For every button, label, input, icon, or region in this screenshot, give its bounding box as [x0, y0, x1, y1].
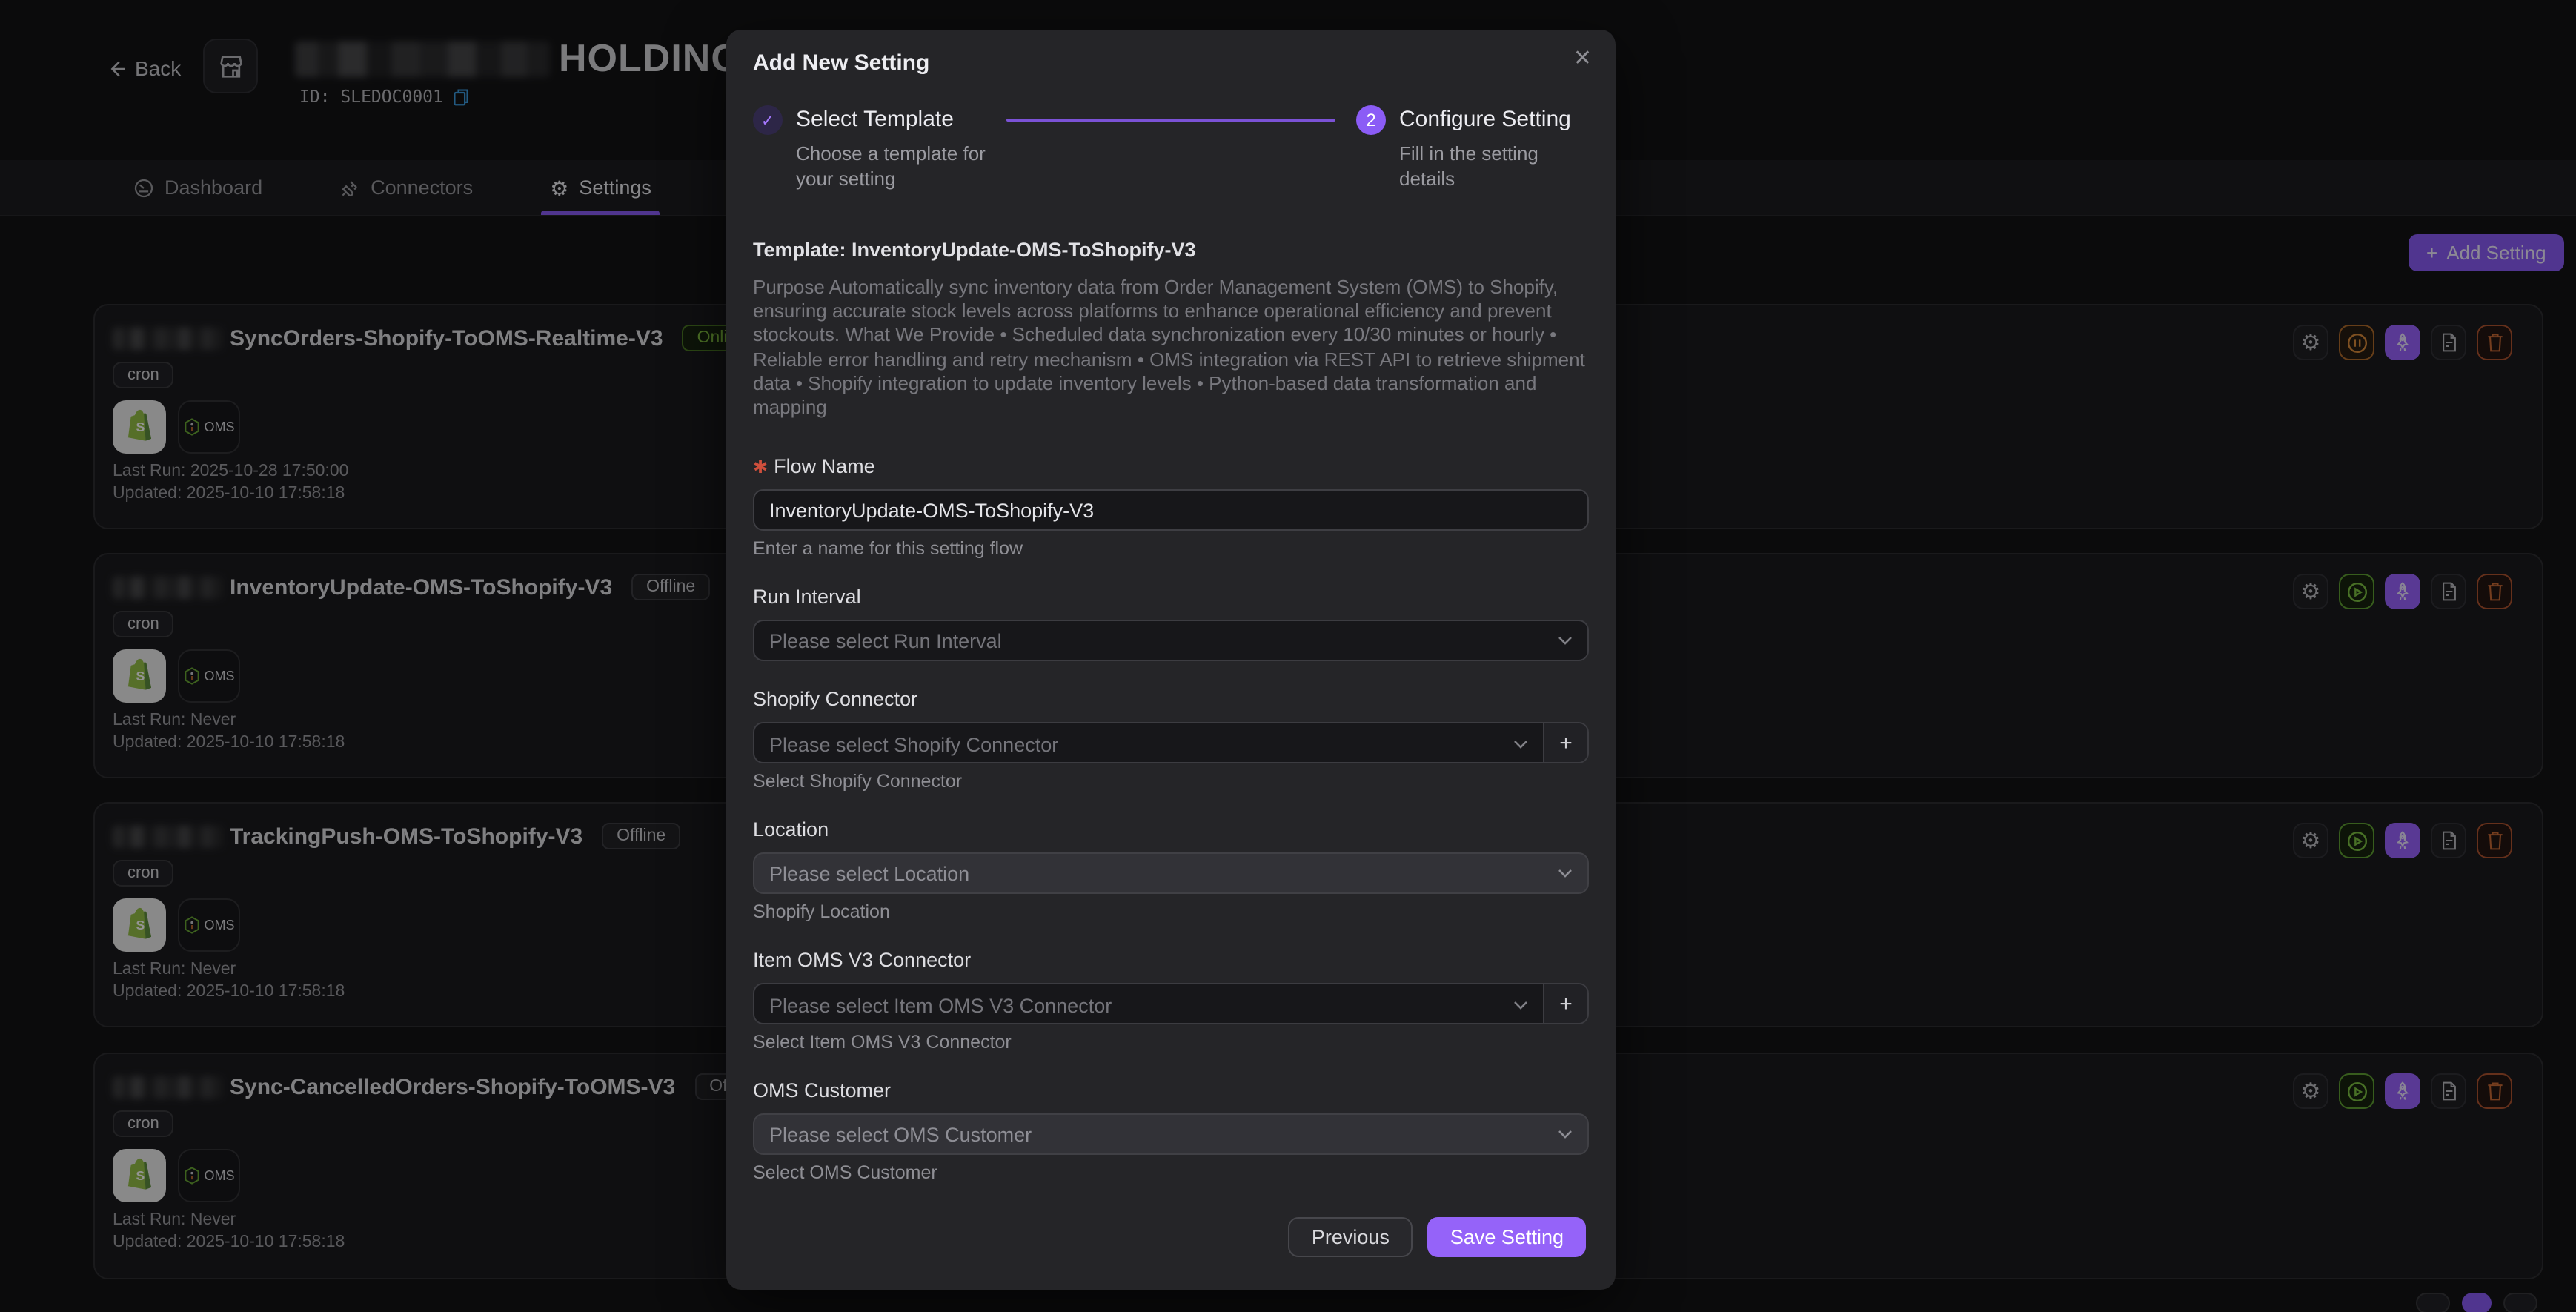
- step-configure-setting: 2 Configure Setting Fill in the setting …: [1356, 105, 1589, 191]
- field-run-interval: Run Interval Please select Run Interval: [753, 586, 1589, 661]
- chevron-down-icon: [1558, 1130, 1573, 1139]
- step-title: Configure Setting: [1399, 105, 1589, 135]
- step-select-template: ✓ Select Template Choose a template for …: [753, 105, 986, 191]
- oms-customer-select[interactable]: Please select OMS Customer: [753, 1113, 1589, 1155]
- field-label: Item OMS V3 Connector: [753, 949, 971, 971]
- field-label: OMS Customer: [753, 1079, 891, 1101]
- field-oms-customer: OMS Customer Please select OMS Customer …: [753, 1079, 1589, 1183]
- chevron-down-icon: [1558, 636, 1573, 645]
- item-oms-v3-connector-select[interactable]: Please select Item OMS V3 Connector: [754, 984, 1543, 1024]
- chevron-down-icon: [1558, 869, 1573, 878]
- close-icon[interactable]: ✕: [1573, 47, 1592, 70]
- select-placeholder: Please select OMS Customer: [769, 1123, 1558, 1145]
- chevron-down-icon: [1513, 740, 1528, 749]
- save-setting-button[interactable]: Save Setting: [1428, 1217, 1586, 1257]
- add-shopify-connector-button[interactable]: +: [1543, 723, 1587, 762]
- field-item-oms-v3-connector: Item OMS V3 Connector Please select Item…: [753, 949, 1589, 1053]
- template-description: Purpose Automatically sync inventory dat…: [753, 276, 1589, 420]
- plus-icon: +: [1559, 730, 1573, 755]
- select-placeholder: Please select Run Interval: [769, 629, 1558, 652]
- plus-icon: +: [1559, 991, 1573, 1016]
- flow-name-input[interactable]: [753, 489, 1589, 531]
- field-label: Shopify Connector: [753, 688, 917, 710]
- field-help: Select OMS Customer: [753, 1162, 1589, 1183]
- field-label: Run Interval: [753, 586, 861, 608]
- step-title: Select Template: [796, 105, 986, 135]
- template-title: Template: InventoryUpdate-OMS-ToShopify-…: [753, 239, 1589, 261]
- field-help: Shopify Location: [753, 901, 1589, 922]
- step-number: 2: [1356, 105, 1386, 135]
- add-new-setting-modal: Add New Setting ✕ ✓ Select Template Choo…: [726, 30, 1616, 1290]
- select-placeholder: Please select Shopify Connector: [769, 733, 1513, 755]
- add-item-oms-v3-connector-button[interactable]: +: [1543, 984, 1587, 1023]
- field-help: Enter a name for this setting flow: [753, 538, 1589, 559]
- chevron-down-icon: [1513, 1001, 1528, 1010]
- app-window: Back HOLDINGS ID: SLEDOC0001 Dashboard C…: [0, 0, 2576, 1312]
- select-placeholder: Please select Location: [769, 862, 1558, 884]
- field-shopify-connector: Shopify Connector Please select Shopify …: [753, 688, 1589, 792]
- run-interval-select[interactable]: Please select Run Interval: [753, 620, 1589, 661]
- field-help: Select Shopify Connector: [753, 771, 1589, 792]
- steps-indicator: ✓ Select Template Choose a template for …: [753, 105, 1589, 191]
- shopify-connector-select[interactable]: Please select Shopify Connector: [754, 723, 1543, 763]
- step-description: Fill in the setting details: [1399, 141, 1589, 191]
- field-label: Flow Name: [774, 455, 875, 477]
- field-label: Location: [753, 818, 829, 841]
- step-connector-line: [1006, 119, 1335, 122]
- required-asterisk: ✱: [753, 456, 768, 477]
- select-placeholder: Please select Item OMS V3 Connector: [769, 994, 1513, 1016]
- field-flow-name: ✱ Flow Name Enter a name for this setting…: [753, 455, 1589, 559]
- field-location: Location Please select Location Shopify …: [753, 818, 1589, 922]
- location-select[interactable]: Please select Location: [753, 852, 1589, 894]
- field-help: Select Item OMS V3 Connector: [753, 1032, 1589, 1053]
- modal-title: Add New Setting: [753, 50, 1589, 76]
- check-icon: ✓: [753, 105, 783, 135]
- step-description: Choose a template for your setting: [796, 141, 986, 191]
- previous-button[interactable]: Previous: [1288, 1217, 1413, 1257]
